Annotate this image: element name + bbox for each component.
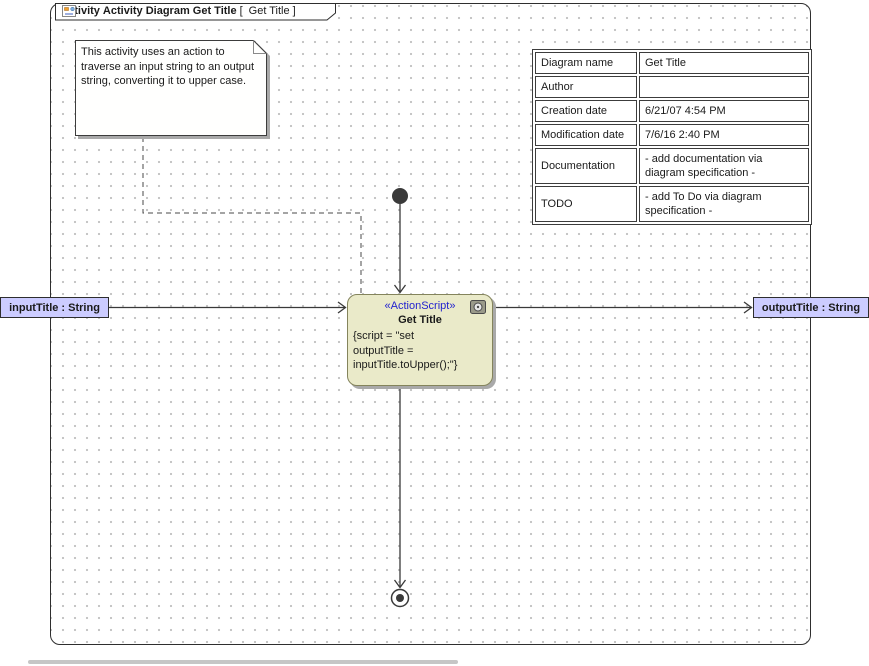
info-value-cell: Get Title bbox=[639, 52, 809, 74]
frame-bracket-close: ] bbox=[293, 5, 296, 17]
action-node[interactable]: «ActionScript» Get Title {script = "set … bbox=[347, 294, 493, 386]
info-label-cell: Documentation bbox=[535, 148, 637, 184]
note-text: This activity uses an action to traverse… bbox=[75, 40, 267, 89]
output-parameter-label: outputTitle : String bbox=[762, 302, 860, 314]
table-row: TODO - add To Do via diagram specificati… bbox=[535, 186, 809, 222]
horizontal-scrollbar-thumb[interactable] bbox=[28, 660, 458, 664]
info-label-cell: Author bbox=[535, 76, 637, 98]
script-icon bbox=[470, 300, 486, 317]
input-parameter-label: inputTitle : String bbox=[9, 302, 100, 314]
comment-note[interactable]: This activity uses an action to traverse… bbox=[75, 40, 272, 140]
frame-name: Activity Diagram Get Title bbox=[103, 5, 237, 17]
diagram-info-table[interactable]: Diagram name Get Title Author Creation d… bbox=[532, 49, 812, 225]
table-row: Documentation - add documentation via di… bbox=[535, 148, 809, 184]
info-value-cell: - add documentation via diagram specific… bbox=[639, 148, 809, 184]
info-value-cell: 6/21/07 4:54 PM bbox=[639, 100, 809, 122]
info-label-cell: Creation date bbox=[535, 100, 637, 122]
table-row: Creation date 6/21/07 4:54 PM bbox=[535, 100, 809, 122]
info-label-cell: Diagram name bbox=[535, 52, 637, 74]
table-row: Author bbox=[535, 76, 809, 98]
input-parameter-node[interactable]: inputTitle : String bbox=[0, 297, 109, 318]
output-parameter-node[interactable]: outputTitle : String bbox=[753, 297, 869, 318]
activity-frame-header[interactable]: activity Activity Diagram Get Title [ Ge… bbox=[55, 3, 337, 21]
script-line: outputTitle = bbox=[353, 344, 492, 359]
action-script: {script = "set outputTitle = inputTitle.… bbox=[348, 326, 492, 373]
info-label-cell: TODO bbox=[535, 186, 637, 222]
info-value-cell bbox=[639, 76, 809, 98]
info-value-cell: 7/6/16 2:40 PM bbox=[639, 124, 809, 146]
frame-content-name: Get Title bbox=[249, 5, 290, 17]
info-value-cell: - add To Do via diagram specification - bbox=[639, 186, 809, 222]
table-row: Diagram name Get Title bbox=[535, 52, 809, 74]
script-line: inputTitle.toUpper();"} bbox=[353, 358, 492, 373]
script-line: {script = "set bbox=[353, 329, 492, 344]
frame-bracket-open: [ bbox=[240, 5, 243, 17]
diagram-canvas: This activity uses an action to traverse… bbox=[0, 0, 869, 666]
info-label-cell: Modification date bbox=[535, 124, 637, 146]
table-row: Modification date 7/6/16 2:40 PM bbox=[535, 124, 809, 146]
